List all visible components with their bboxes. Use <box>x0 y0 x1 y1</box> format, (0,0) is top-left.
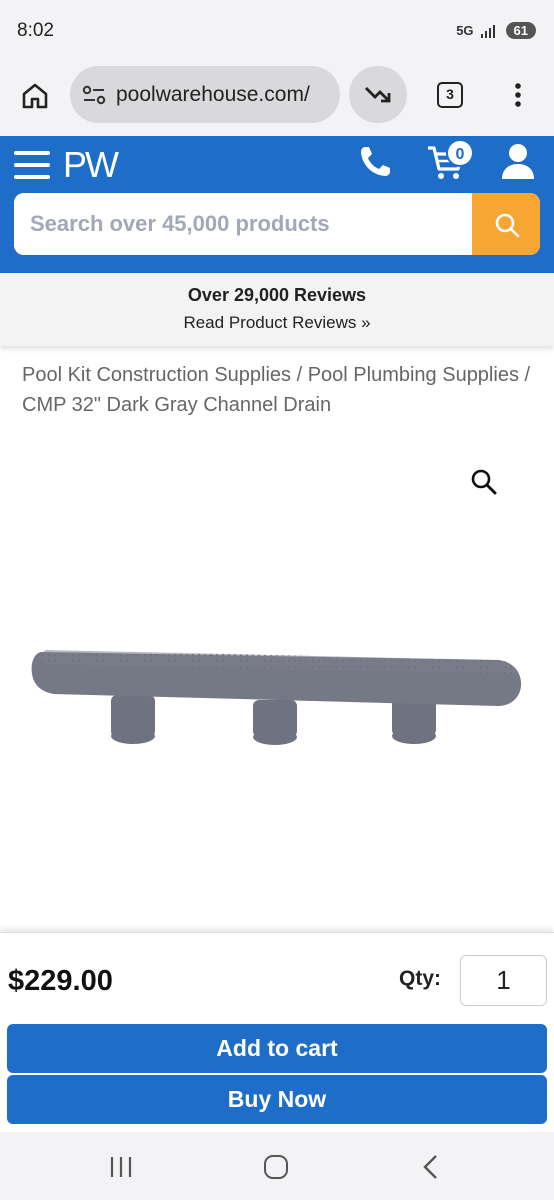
site-logo[interactable]: PW <box>63 144 119 186</box>
qty-label: Qty: <box>399 967 441 990</box>
status-icons: 5G 61 <box>456 22 536 39</box>
reviews-title: Over 29,000 Reviews <box>187 285 367 305</box>
search-icon <box>495 213 520 238</box>
breadcrumb[interactable]: Pool Kit Construction Supplies / Pool Pl… <box>22 360 532 420</box>
address-bar[interactable]: poolwarehouse.com/ <box>70 66 340 123</box>
quantity-input[interactable] <box>460 955 547 1006</box>
url-text[interactable]: poolwarehouse.com/ <box>116 83 310 107</box>
system-nav-bar <box>0 1132 554 1200</box>
network-label: 5G <box>456 23 474 38</box>
battery-indicator: 61 <box>505 22 536 39</box>
search-input[interactable] <box>14 193 472 255</box>
home-icon[interactable] <box>20 81 50 111</box>
phone-icon[interactable] <box>357 144 393 180</box>
status-bar: 8:02 5G 61 <box>0 0 554 62</box>
home-nav-icon[interactable] <box>264 1155 288 1179</box>
price-tracking-button[interactable] <box>349 66 407 123</box>
site-settings-icon[interactable] <box>82 85 106 105</box>
reviews-banner: Over 29,000 Reviews Read Product Reviews… <box>0 273 554 346</box>
site-header: PW 0 <box>0 136 554 273</box>
cart-count-badge[interactable]: 0 <box>446 139 474 167</box>
product-image[interactable] <box>28 640 528 750</box>
product-price: $229.00 <box>8 965 113 997</box>
account-icon[interactable] <box>500 142 536 180</box>
menu-icon[interactable] <box>14 151 50 179</box>
status-time: 8:02 <box>17 20 54 41</box>
browser-toolbar: poolwarehouse.com/ 3 <box>0 62 554 136</box>
purchase-bar: $229.00 Qty: Add to cart Buy Now <box>0 932 554 1132</box>
add-to-cart-button[interactable]: Add to cart <box>7 1024 547 1073</box>
back-icon[interactable] <box>420 1154 442 1180</box>
more-menu-icon[interactable] <box>508 80 528 110</box>
trending-down-icon <box>365 87 391 103</box>
search-box <box>14 193 540 255</box>
read-reviews-link[interactable]: Read Product Reviews » <box>0 313 554 333</box>
recent-apps-icon[interactable] <box>108 1156 134 1178</box>
signal-icon <box>480 24 495 38</box>
tab-switcher-button[interactable]: 3 <box>437 82 463 108</box>
zoom-icon[interactable] <box>470 468 498 496</box>
search-button[interactable] <box>472 193 540 255</box>
buy-now-button[interactable]: Buy Now <box>7 1075 547 1124</box>
